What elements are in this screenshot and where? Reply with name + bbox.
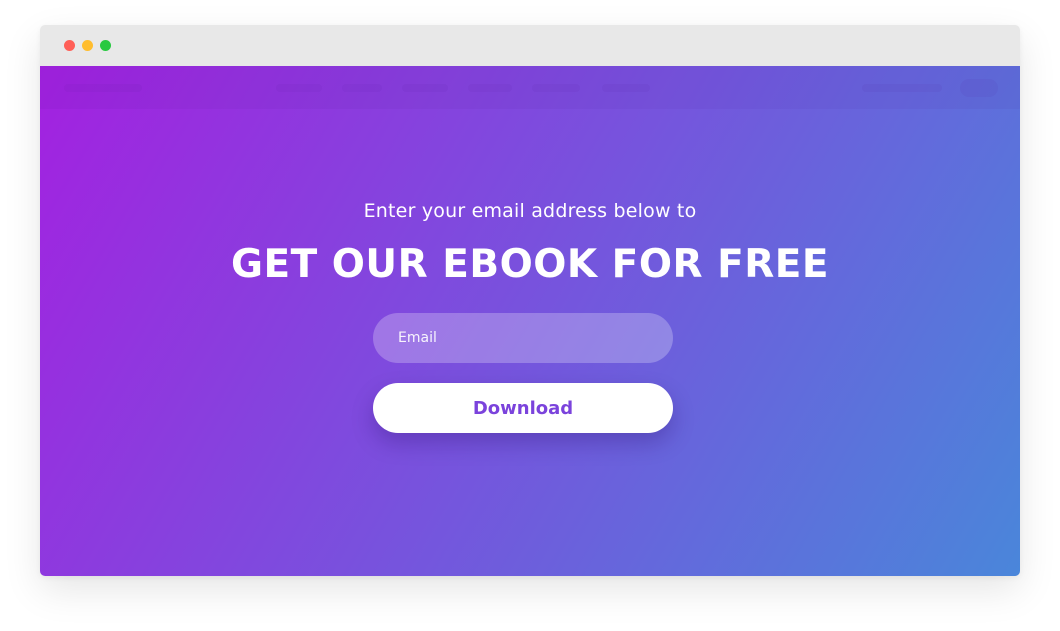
browser-window: Enter your email address below to GET OU… xyxy=(40,25,1020,576)
email-input[interactable] xyxy=(373,313,673,363)
window-titlebar xyxy=(40,25,1020,66)
hero-section: Enter your email address below to GET OU… xyxy=(40,66,1020,576)
hero-content: Enter your email address below to GET OU… xyxy=(40,66,1020,576)
maximize-window-icon[interactable] xyxy=(100,40,111,51)
close-window-icon[interactable] xyxy=(64,40,75,51)
minimize-window-icon[interactable] xyxy=(82,40,93,51)
hero-headline: GET OUR EBOOK FOR FREE xyxy=(230,242,830,287)
download-button[interactable]: Download xyxy=(373,383,673,433)
hero-subtitle: Enter your email address below to xyxy=(363,200,697,222)
